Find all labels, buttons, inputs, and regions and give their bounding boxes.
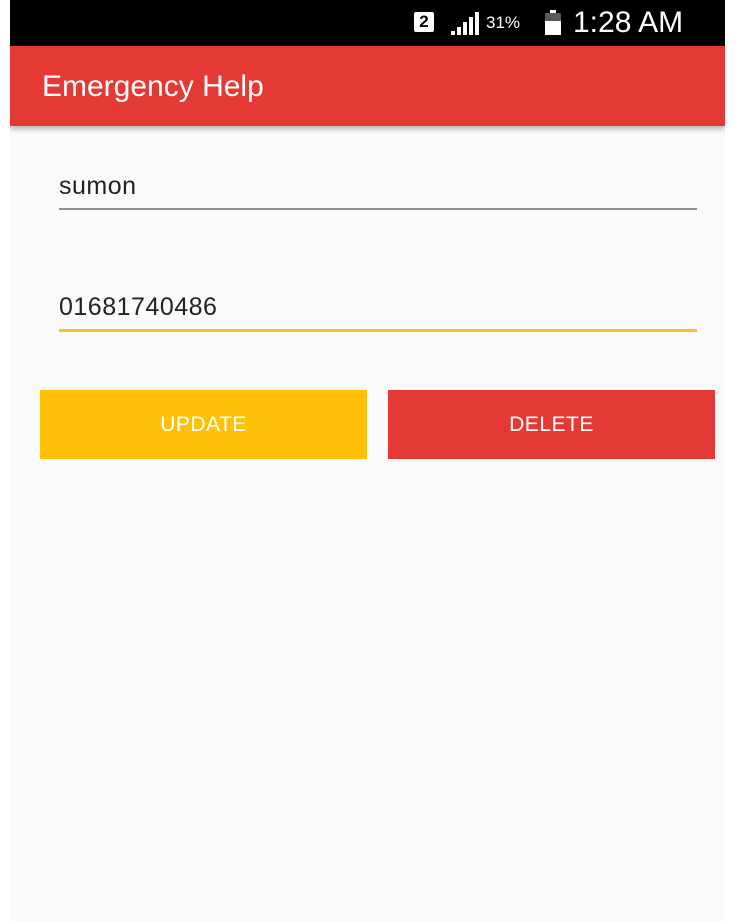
- sim-slot-badge: 2: [414, 12, 434, 32]
- app-screen: 2 31% 1:28 AM Emergency Help UPDATE DELE…: [10, 0, 725, 921]
- battery-percent: 31%: [486, 13, 521, 32]
- phone-input[interactable]: [59, 289, 697, 325]
- phone-field[interactable]: [59, 289, 697, 332]
- name-field[interactable]: [59, 168, 697, 210]
- app-title: Emergency Help: [42, 70, 264, 103]
- status-bar: 2 31% 1:28 AM: [10, 0, 725, 46]
- app-toolbar: Emergency Help: [10, 46, 725, 126]
- name-input[interactable]: [59, 168, 697, 204]
- update-button[interactable]: UPDATE: [40, 390, 367, 459]
- battery-icon: [545, 10, 561, 35]
- delete-button[interactable]: DELETE: [388, 390, 715, 459]
- signal-bars-icon: [451, 12, 479, 35]
- status-clock: 1:28 AM: [573, 6, 684, 39]
